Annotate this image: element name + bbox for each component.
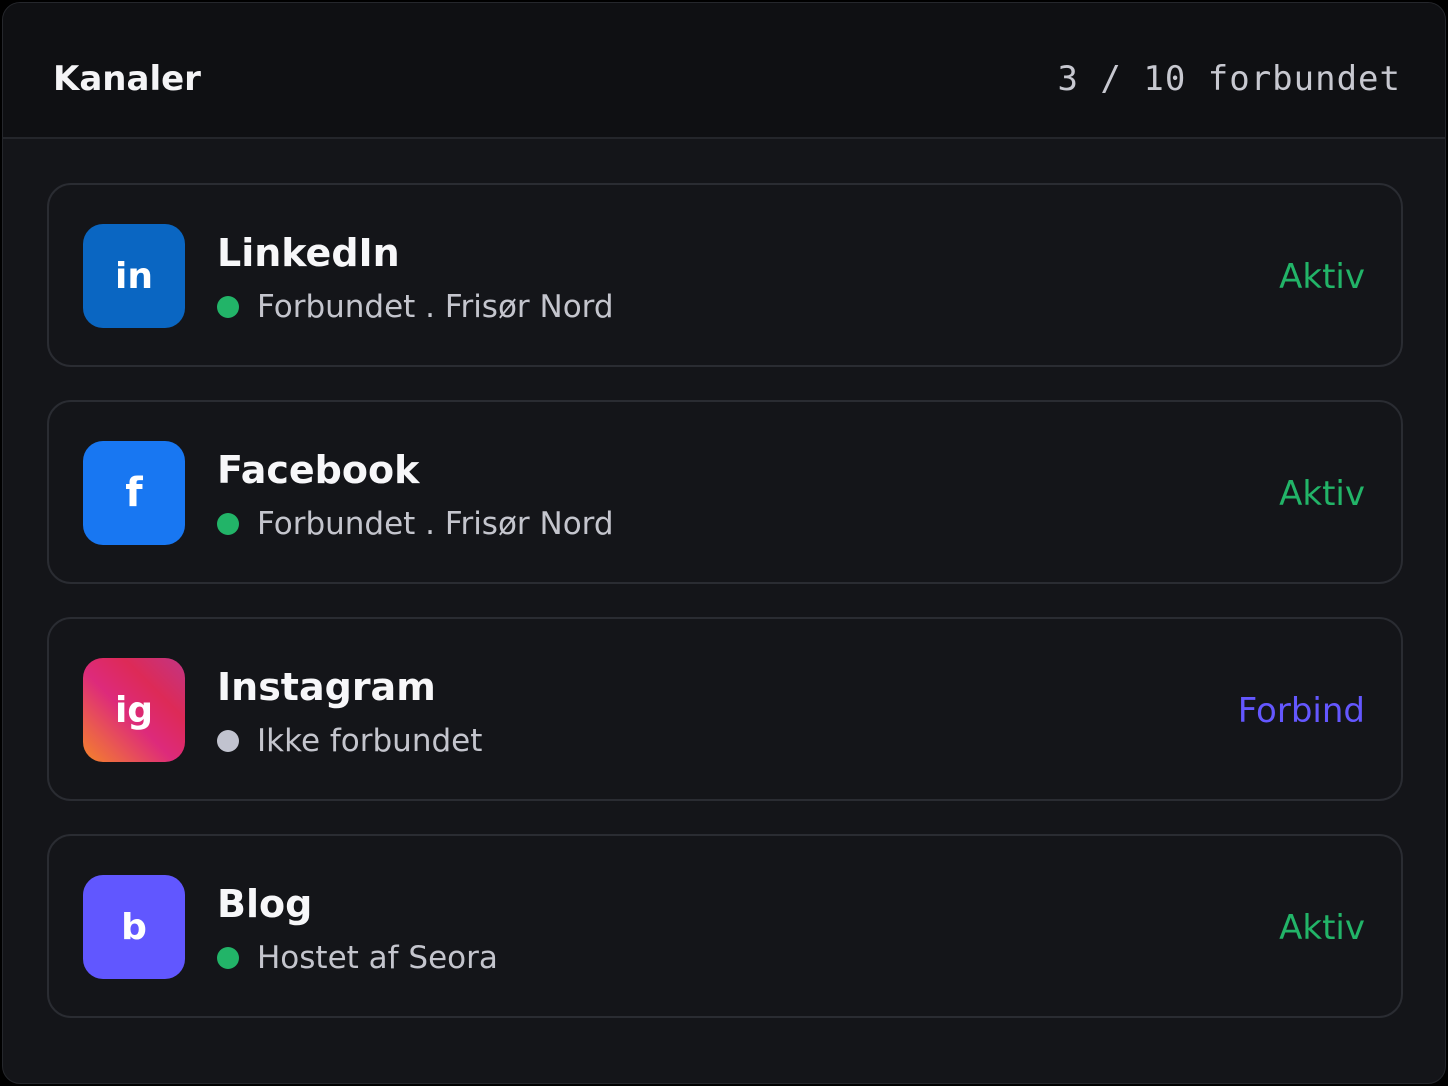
channel-status: Forbundet . Frisør Nord [217,289,614,325]
linkedin-logo-text: in [115,255,153,297]
channel-card-blog[interactable]: b Blog Hostet af Seora Aktiv [47,834,1403,1018]
blog-icon: b [83,875,185,979]
status-text: Forbundet . Frisør Nord [257,506,614,542]
instagram-logo-text: ig [114,689,154,731]
panel-title: Kanaler [53,59,201,99]
status-dot-icon [217,513,239,535]
channel-name: Facebook [217,448,420,492]
status-text: Ikke forbundet [257,723,483,759]
instagram-icon: ig [83,658,185,762]
channel-status: Forbundet . Frisør Nord [217,506,614,542]
facebook-logo-text: f [125,470,143,516]
channel-status: Ikke forbundet [217,723,482,759]
channel-name: LinkedIn [217,231,400,275]
status-dot-icon [217,730,239,752]
channel-action-button[interactable]: Aktiv [1279,908,1365,948]
channel-action-button[interactable]: Aktiv [1279,257,1365,297]
status-text: Hostet af Seora [257,940,498,976]
connect-button[interactable]: Forbind [1238,691,1365,731]
panel-header: Kanaler 3 / 10 forbundet [3,3,1445,139]
blog-logo-text: b [121,906,147,948]
channel-card-linkedin[interactable]: in LinkedIn Forbundet . Frisør Nord Akti… [47,183,1403,367]
channels-panel: Kanaler 3 / 10 forbundet in LinkedIn For… [2,2,1446,1084]
connected-count: 3 / 10 forbundet [1057,59,1401,99]
channel-name: Blog [217,882,313,926]
channel-list: in LinkedIn Forbundet . Frisør Nord Akti… [47,183,1403,1051]
channel-card-instagram[interactable]: ig Instagram Ikke forbundet Forbind [47,617,1403,801]
facebook-icon: f [83,441,185,545]
channel-action-button[interactable]: Aktiv [1279,474,1365,514]
channel-card-facebook[interactable]: f Facebook Forbundet . Frisør Nord Aktiv [47,400,1403,584]
linkedin-icon: in [83,224,185,328]
status-text: Forbundet . Frisør Nord [257,289,614,325]
channel-status: Hostet af Seora [217,940,498,976]
status-dot-icon [217,296,239,318]
channel-name: Instagram [217,665,436,709]
status-dot-icon [217,947,239,969]
